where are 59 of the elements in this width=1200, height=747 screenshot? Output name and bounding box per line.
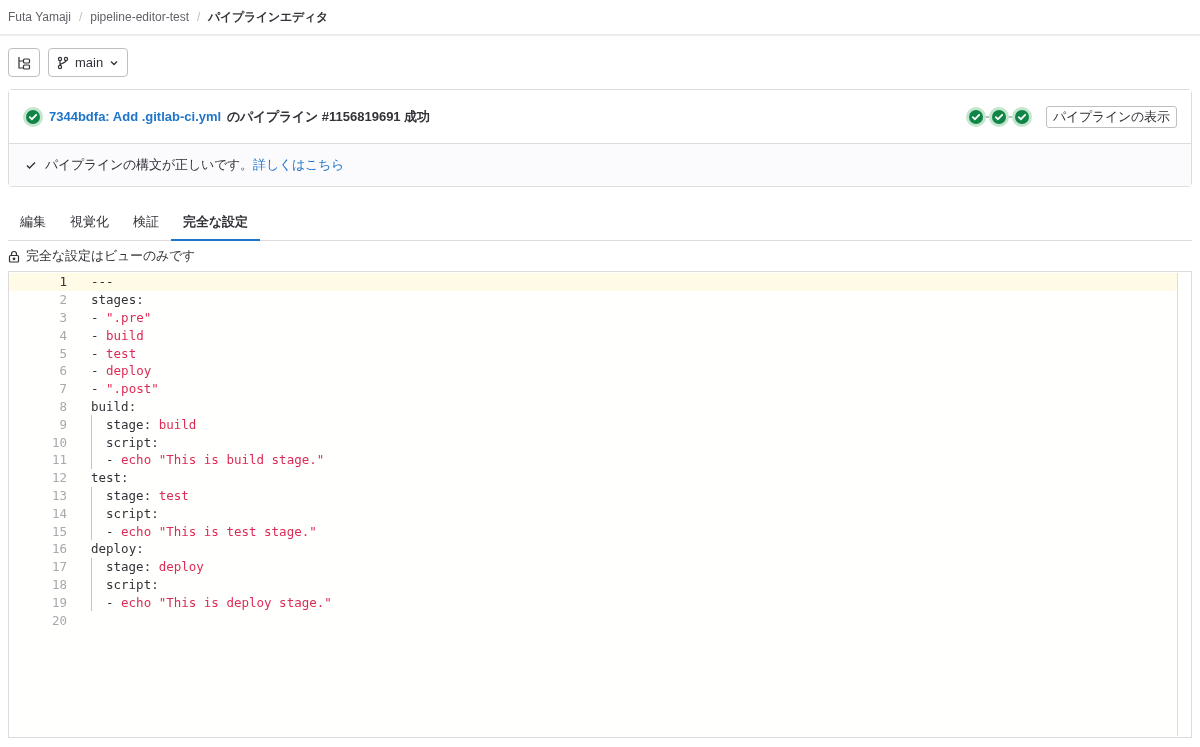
line-number: 15 xyxy=(50,523,67,539)
line-number: 5 xyxy=(58,345,67,361)
line-number: 9 xyxy=(58,416,67,432)
code-line: - test xyxy=(91,344,137,362)
view-pipeline-button[interactable]: パイプラインの表示 xyxy=(1046,105,1177,128)
code-line: deploy: xyxy=(91,540,144,558)
pipeline-status-text: のパイプライン #1156819691 成功 xyxy=(227,107,431,126)
line-number: 18 xyxy=(50,576,67,592)
line-number: 12 xyxy=(50,470,67,486)
line-number: 8 xyxy=(58,398,67,414)
tab[interactable]: 編集 xyxy=(8,205,58,241)
code-line: stage: build xyxy=(106,415,197,434)
code-line: - echo "This is deploy stage." xyxy=(106,593,332,612)
code-line: stage: deploy xyxy=(106,558,204,576)
tab[interactable]: 完全な設定 xyxy=(171,205,260,241)
read-only-notice: 完全な設定はビューのみです xyxy=(26,247,195,265)
code-line: - echo "This is test stage." xyxy=(106,522,317,540)
code-line: --- xyxy=(91,273,114,291)
line-number: 11 xyxy=(50,452,67,468)
commit-link[interactable]: 7344bdfa: Add .gitlab-ci.yml xyxy=(49,109,222,124)
line-number: 20 xyxy=(50,612,67,628)
code-line: stages: xyxy=(91,291,144,309)
lock-icon xyxy=(8,249,20,263)
code-line: - echo "This is build stage." xyxy=(106,451,325,469)
code-line: build: xyxy=(91,397,137,416)
code-line: script: xyxy=(106,575,159,594)
file-tree-button[interactable] xyxy=(8,48,40,77)
branch-dropdown[interactable]: main xyxy=(48,48,129,77)
line-number: 14 xyxy=(50,505,67,521)
branch-icon xyxy=(57,55,69,70)
tab[interactable]: 視覚化 xyxy=(58,205,121,241)
line-number: 10 xyxy=(50,434,67,450)
line-number: 3 xyxy=(58,310,67,325)
line-number: 19 xyxy=(50,594,67,610)
line-number: 13 xyxy=(50,487,67,503)
code-line: test: xyxy=(91,469,129,487)
breadcrumb-link[interactable]: Futa Yamaji xyxy=(8,10,71,24)
validation-message: パイプラインの構文が正しいです。 xyxy=(45,156,253,174)
line-number: 1 xyxy=(58,274,67,290)
line-number: 17 xyxy=(50,559,67,575)
tab[interactable]: 検証 xyxy=(121,205,171,241)
code-line: stage: test xyxy=(106,486,189,505)
line-number: 2 xyxy=(58,292,67,308)
file-tree-icon xyxy=(17,55,31,70)
code-line: script: xyxy=(106,504,159,523)
code-line: - ".post" xyxy=(91,380,159,398)
breadcrumb-separator: / xyxy=(197,10,201,24)
code-line: script: xyxy=(106,433,159,451)
line-number: 7 xyxy=(58,381,67,397)
breadcrumb-link[interactable]: パイプラインエディタ xyxy=(208,8,329,26)
code-line: - ".pre" xyxy=(91,309,152,327)
breadcrumb-separator: / xyxy=(78,10,83,24)
line-number: 6 xyxy=(58,363,67,379)
breadcrumb-link[interactable]: pipeline-editor-test xyxy=(90,10,189,24)
code-line: - build xyxy=(91,326,144,345)
code-line: - deploy xyxy=(91,362,152,380)
learn-more-link[interactable]: 詳しくはこちら xyxy=(253,156,344,174)
line-number: 16 xyxy=(50,541,67,557)
line-number: 4 xyxy=(58,327,67,343)
